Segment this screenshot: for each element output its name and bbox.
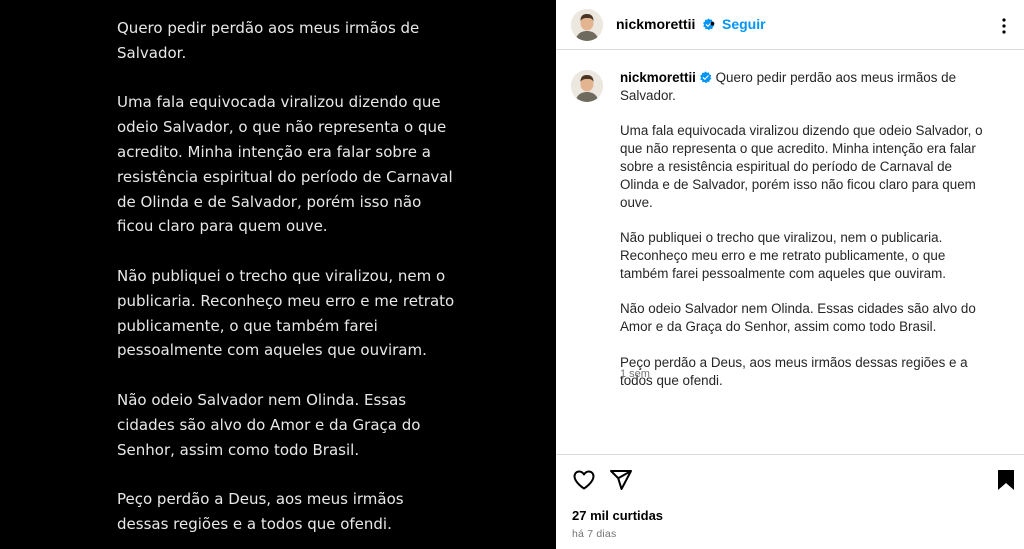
caption-paragraph: Não publiquei o trecho que viralizou, ne…: [620, 230, 947, 281]
caption-username-text: nickmorettii: [620, 70, 696, 85]
username-text: nickmorettii: [616, 16, 696, 32]
avatar[interactable]: [571, 9, 603, 41]
post-header: nickmorettii • Seguir: [556, 0, 1024, 50]
caption-username[interactable]: nickmorettii: [620, 70, 712, 85]
heart-icon[interactable]: [572, 468, 596, 492]
bookmark-icon[interactable]: [994, 468, 1018, 492]
media-paragraph: Não odeio Salvador nem Olinda. Essas cid…: [117, 390, 421, 459]
caption-paragraph: Peço perdão a Deus, aos meus irmãos dess…: [620, 354, 968, 388]
post-side-panel: nickmorettii • Seguir nickmorettii Quero…: [556, 0, 1024, 549]
separator-dot: •: [710, 15, 715, 31]
media-paragraph: Não publiquei o trecho que viralizou, ne…: [117, 266, 455, 360]
post-caption: nickmorettii Quero pedir perdão aos meus…: [620, 69, 990, 407]
avatar-image: [571, 70, 603, 102]
avatar-image: [571, 9, 603, 41]
media-paragraph: Quero pedir perdão aos meus irmãos de Sa…: [117, 19, 420, 62]
verified-badge-icon: [700, 71, 712, 84]
post-media[interactable]: Quero pedir perdão aos meus irmãos de Sa…: [0, 0, 556, 549]
username-link[interactable]: nickmorettii: [616, 16, 715, 32]
caption-paragraph: Uma fala equivocada viralizou dizendo qu…: [620, 123, 983, 210]
media-paragraph: Uma fala equivocada viralizou dizendo qu…: [117, 93, 453, 236]
share-icon[interactable]: [609, 468, 633, 492]
caption-avatar[interactable]: [571, 70, 603, 102]
likes-count[interactable]: 27 mil curtidas: [572, 508, 663, 523]
action-bar: 27 mil curtidas há 7 dias: [556, 454, 1024, 549]
post-date[interactable]: há 7 dias: [572, 528, 616, 540]
follow-button[interactable]: Seguir: [722, 16, 766, 32]
caption-paragraph: Não odeio Salvador nem Olinda. Essas cid…: [620, 301, 976, 335]
comments-area: nickmorettii Quero pedir perdão aos meus…: [556, 51, 1024, 454]
caption-timestamp[interactable]: 1 sem: [620, 368, 650, 380]
media-text: Quero pedir perdão aos meus irmãos de Sa…: [117, 16, 457, 549]
more-options-icon[interactable]: [992, 14, 1016, 38]
media-paragraph: Peço perdão a Deus, aos meus irmãos dess…: [117, 490, 404, 533]
